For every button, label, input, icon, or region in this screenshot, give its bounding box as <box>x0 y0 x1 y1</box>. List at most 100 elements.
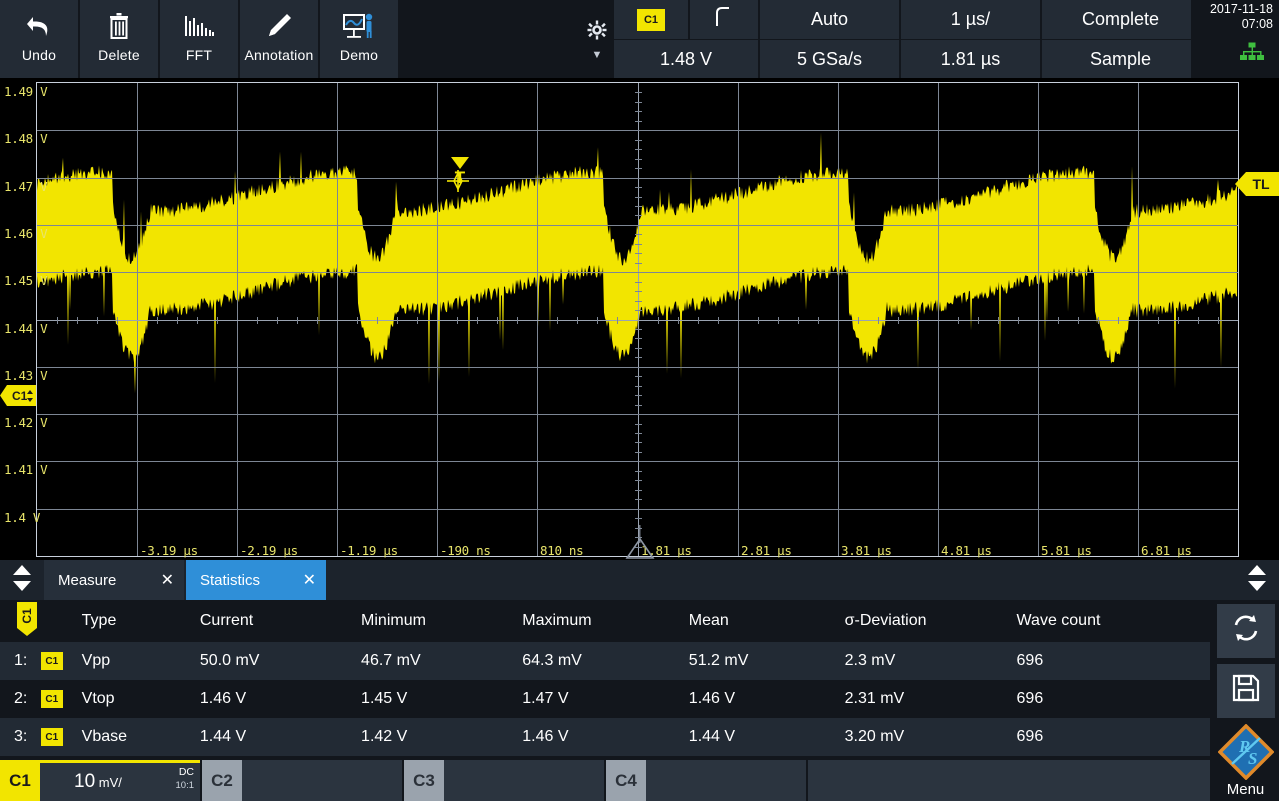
waveform-display[interactable]: 1.49 V1.48 V1.47 V1.46 V1.45 V1.44 V1.43… <box>0 78 1279 560</box>
axis-tick <box>718 317 719 324</box>
trigger-level-marker[interactable]: TL <box>1235 171 1279 197</box>
table-row[interactable]: 1:C1Vpp50.0 mV46.7 mV64.3 mV51.2 mV2.3 m… <box>0 642 1210 680</box>
save-button[interactable] <box>1217 664 1275 718</box>
header-channel <box>41 600 82 642</box>
annotation-button[interactable]: Annotation <box>240 0 318 78</box>
channel-settings[interactable] <box>242 760 402 801</box>
gear-icon[interactable] <box>587 20 607 45</box>
measurement-table-head: Type Current Minimum Maximum Mean σ-Devi… <box>0 600 1210 642</box>
header-minimum: Minimum <box>361 600 522 642</box>
trigger-level-cell[interactable]: 1.48 V <box>614 40 758 79</box>
header-maximum: Maximum <box>522 600 689 642</box>
horizontal-position-cell[interactable]: 1.81 µs <box>901 40 1040 79</box>
channel-settings[interactable] <box>646 760 806 801</box>
channel1-offset-marker[interactable]: C1 <box>16 602 38 636</box>
close-icon[interactable]: ✕ <box>303 570 316 590</box>
demo-label: Demo <box>340 47 378 63</box>
rohde-schwarz-logo-icon: R S <box>1218 724 1274 785</box>
axis-tick <box>635 480 642 481</box>
table-row[interactable]: 2:C1Vtop1.46 V1.45 V1.47 V1.46 V2.31 mV6… <box>0 680 1210 718</box>
axis-tick <box>635 490 642 491</box>
row-mean: 1.44 V <box>689 718 845 756</box>
tab-scroll-right[interactable] <box>1235 560 1279 600</box>
channel-settings[interactable] <box>444 760 604 801</box>
channel-c4-button[interactable]: C4 <box>606 760 806 801</box>
channel-bar: C110 mV/DC10:1C2C3C4 <box>0 760 1210 801</box>
channel1-position-marker[interactable]: C1 <box>0 384 36 407</box>
status-channel-cell[interactable]: C1 <box>614 0 688 39</box>
axis-tick <box>635 338 642 339</box>
axis-tick <box>778 317 779 324</box>
axis-tick <box>635 310 642 311</box>
axis-tick <box>317 317 318 324</box>
rs-menu-button[interactable]: R S Menu <box>1212 724 1279 801</box>
fft-label: FFT <box>186 47 212 63</box>
timebase-cell[interactable]: 1 µs/ <box>901 0 1040 39</box>
channel-c1-button[interactable]: C110 mV/DC10:1 <box>0 760 200 801</box>
axis-tick <box>635 348 642 349</box>
axis-tick <box>635 92 642 93</box>
channel-settings[interactable]: 10 mV/DC10:1 <box>40 760 200 801</box>
trigger-slope-cell[interactable] <box>690 0 758 39</box>
tab-measure[interactable]: Measure✕ <box>44 560 184 600</box>
axis-tick <box>998 317 999 324</box>
delete-button[interactable]: Delete <box>80 0 158 78</box>
demo-button[interactable]: Demo <box>320 0 398 78</box>
acquisition-state-cell[interactable]: Complete <box>1042 0 1199 39</box>
reset-statistics-button[interactable] <box>1217 604 1275 658</box>
cursor-diamond-icon[interactable] <box>447 170 469 197</box>
axis-tick <box>635 121 642 122</box>
tab-scroll-left[interactable] <box>0 560 44 600</box>
row-maximum: 1.47 V <box>522 680 689 718</box>
row-channel: C1 <box>41 680 82 718</box>
axis-tick <box>497 317 498 324</box>
side-button-column: R S Menu <box>1212 604 1279 801</box>
close-icon[interactable]: ✕ <box>161 570 174 590</box>
trigger-mode-cell[interactable]: Auto <box>760 0 899 39</box>
acquisition-mode-cell[interactable]: Sample <box>1042 40 1199 79</box>
network-lan-icon[interactable] <box>1239 42 1265 67</box>
fft-button[interactable]: FFT <box>160 0 238 78</box>
undo-arrow-icon <box>24 7 54 45</box>
row-deviation: 2.3 mV <box>845 642 1017 680</box>
axis-tick <box>177 317 178 324</box>
axis-tick <box>357 317 358 324</box>
row-current: 50.0 mV <box>200 642 361 680</box>
row-maximum: 64.3 mV <box>522 642 689 680</box>
axis-tick <box>635 499 642 500</box>
axis-tick <box>417 317 418 324</box>
delete-label: Delete <box>98 47 140 63</box>
channel-chip: C1 <box>41 728 63 746</box>
row-index: 2: <box>0 680 41 718</box>
channel-c3-button[interactable]: C3 <box>404 760 604 801</box>
trigger-position-marker[interactable] <box>622 525 658 564</box>
refresh-cycle-icon <box>1231 613 1261 648</box>
menu-label: Menu <box>1227 781 1265 798</box>
tab-statistics[interactable]: Statistics✕ <box>186 560 326 600</box>
channel-coupling: DC10:1 <box>176 766 195 792</box>
row-channel: C1 <box>41 642 82 680</box>
grid-line-horizontal <box>37 178 1238 179</box>
chevron-down-icon[interactable]: ▼ <box>592 51 603 59</box>
axis-tick <box>635 149 642 150</box>
grid-line-horizontal <box>37 225 1238 226</box>
axis-tick <box>635 442 642 443</box>
axis-tick <box>878 317 879 324</box>
y-axis-tick-label: 1.4 V <box>4 510 40 525</box>
trash-icon <box>106 7 132 45</box>
axis-tick <box>698 317 699 324</box>
axis-tick <box>217 317 218 324</box>
axis-tick <box>517 317 518 324</box>
axis-tick <box>635 291 642 292</box>
undo-button[interactable]: Undo <box>0 0 78 78</box>
axis-tick <box>117 317 118 324</box>
axis-tick <box>635 376 642 377</box>
row-minimum: 46.7 mV <box>361 642 522 680</box>
axis-tick <box>577 317 578 324</box>
waveform-grid[interactable] <box>36 82 1239 557</box>
channel-c2-button[interactable]: C2 <box>202 760 402 801</box>
settings-column: ▼ <box>580 0 614 78</box>
table-row[interactable]: 3:C1Vbase1.44 V1.42 V1.46 V1.44 V3.20 mV… <box>0 718 1210 756</box>
axis-tick <box>635 111 642 112</box>
sample-rate-cell[interactable]: 5 GSa/s <box>760 40 899 79</box>
